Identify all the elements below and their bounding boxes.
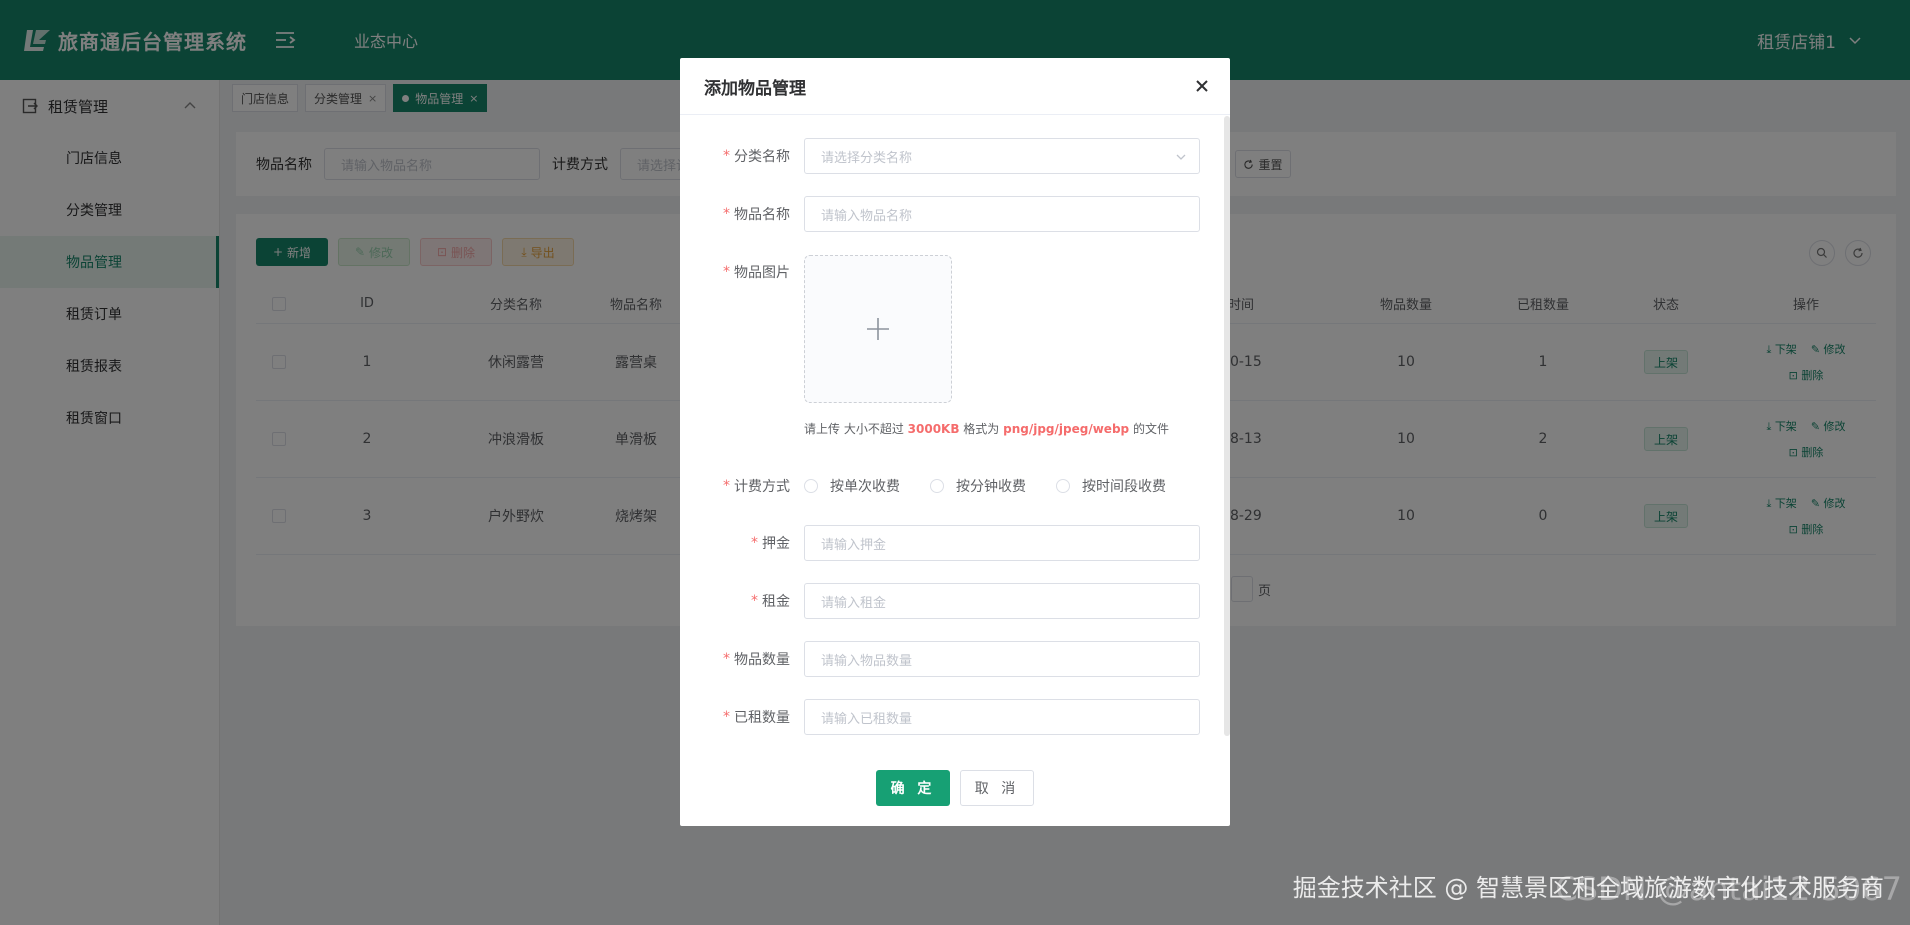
field-deposit: * 押金 请输入押金	[680, 525, 1230, 561]
radio-label: 按时间段收费	[1082, 479, 1166, 495]
radio-per-period[interactable]: 按时间段收费	[1056, 476, 1166, 496]
field-label: * 计费方式	[723, 468, 790, 504]
required-mark: *	[723, 264, 730, 280]
field-label: * 押金	[751, 525, 790, 561]
label-text: 押金	[762, 536, 790, 552]
field-name: * 物品名称 请输入物品名称	[680, 196, 1230, 232]
label-text: 物品名称	[734, 207, 790, 223]
required-mark: *	[751, 593, 758, 609]
tip-middle: 格式为	[959, 422, 1004, 436]
deposit-input[interactable]: 请输入押金	[804, 525, 1200, 561]
required-mark: *	[723, 651, 730, 667]
field-label: * 租金	[751, 583, 790, 619]
field-category: * 分类名称 请选择分类名称	[680, 138, 1230, 174]
field-label: * 物品数量	[723, 641, 790, 677]
radio-per-use[interactable]: 按单次收费	[804, 476, 900, 496]
radio-label: 按分钟收费	[956, 479, 1026, 495]
field-label: * 已租数量	[723, 699, 790, 735]
plus-icon	[867, 318, 889, 340]
chevron-down-icon	[1176, 154, 1186, 160]
cancel-button[interactable]: 取 消	[960, 770, 1034, 806]
tip-prefix: 请上传 大小不超过	[804, 422, 908, 436]
label-text: 已租数量	[734, 710, 790, 726]
rented-input[interactable]: 请输入已租数量	[804, 699, 1200, 735]
required-mark: *	[723, 148, 730, 164]
required-mark: *	[723, 478, 730, 494]
field-label: * 物品名称	[723, 196, 790, 232]
label-text: 物品图片	[734, 265, 790, 281]
add-goods-dialog: 添加物品管理 * 分类名称 请选择分类名称 * 物品名称 请输入物品名称 * 物品图片…	[680, 58, 1230, 826]
field-image: * 物品图片	[680, 254, 1230, 290]
label-text: 物品数量	[734, 652, 790, 668]
dialog-divider	[680, 114, 1230, 115]
rent-input[interactable]: 请输入租金	[804, 583, 1200, 619]
field-label: * 分类名称	[723, 138, 790, 174]
radio-label: 按单次收费	[830, 479, 900, 495]
dialog-title: 添加物品管理	[704, 78, 806, 99]
quantity-input[interactable]: 请输入物品数量	[804, 641, 1200, 677]
label-text: 租金	[762, 594, 790, 610]
tip-formats: png/jpg/jpeg/webp	[1003, 422, 1130, 436]
watermark: CSDN @antai12 5067 掘金技术社区 @ 智慧景区和全域旅游数字化…	[1293, 868, 1902, 908]
upload-tip: 请上传 大小不超过 3000KB 格式为 png/jpg/jpeg/webp 的…	[804, 420, 1169, 437]
required-mark: *	[723, 709, 730, 725]
label-text: 分类名称	[734, 149, 790, 165]
label-text: 计费方式	[734, 479, 790, 495]
required-mark: *	[751, 535, 758, 551]
category-placeholder: 请选择分类名称	[821, 150, 913, 166]
field-rent: * 租金 请输入租金	[680, 583, 1230, 619]
billing-radio-group: 按单次收费 按分钟收费 按时间段收费	[804, 468, 1166, 504]
image-upload-box[interactable]	[804, 255, 952, 403]
field-quantity: * 物品数量 请输入物品数量	[680, 641, 1230, 677]
tip-suffix: 的文件	[1129, 422, 1169, 436]
category-select[interactable]: 请选择分类名称	[804, 138, 1200, 174]
radio-per-minute[interactable]: 按分钟收费	[930, 476, 1026, 496]
field-billing: * 计费方式 按单次收费 按分钟收费 按时间段收费	[680, 468, 1230, 504]
field-label: * 物品图片	[723, 254, 790, 290]
confirm-button[interactable]: 确 定	[876, 770, 950, 806]
watermark-ghost: CSDN @antai12 5067	[1555, 870, 1902, 908]
name-input[interactable]: 请输入物品名称	[804, 196, 1200, 232]
tip-size: 3000KB	[907, 422, 960, 436]
close-icon[interactable]	[1192, 76, 1212, 96]
field-rented: * 已租数量 请输入已租数量	[680, 699, 1230, 735]
required-mark: *	[723, 206, 730, 222]
dialog-footer: 确 定 取 消	[680, 770, 1230, 806]
